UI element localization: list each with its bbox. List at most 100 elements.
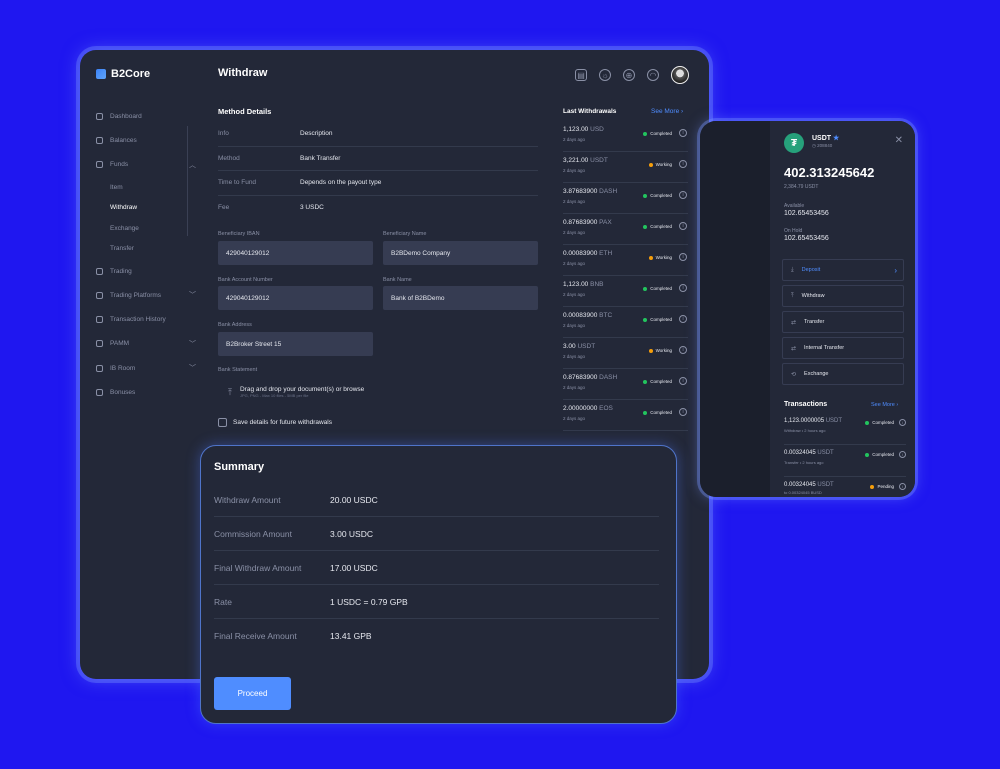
brand-logo[interactable]: B2Core [96, 68, 150, 80]
sidebar-sub-withdraw[interactable]: Withdraw [96, 197, 196, 218]
sidebar-sub-exchange[interactable]: Exchange [96, 218, 196, 239]
globe-icon[interactable]: ⊕ [623, 69, 635, 81]
info-icon[interactable]: i [899, 483, 906, 490]
status-text: Completed [872, 452, 894, 457]
amount-value: 1,123.00 [563, 281, 589, 288]
info-icon[interactable]: i [679, 377, 687, 385]
transaction-meta: Transfer • 2 hours ago [784, 460, 824, 465]
chevron-down-icon: ﹀ [189, 340, 196, 348]
status-dot [865, 420, 870, 425]
summary-row: Commission Amount 3.00 USDC [214, 517, 659, 551]
transfer-button[interactable]: ⇄ Transfer [782, 311, 904, 333]
sidebar-item-transaction-history[interactable]: Transaction History [96, 307, 196, 331]
method-value: Depends on the payout type [300, 179, 382, 187]
transaction-row[interactable]: 0.00324045 USDT Transfer • 2 hours ago Com… [784, 445, 906, 477]
status-dot [643, 286, 648, 291]
theme-sun-icon[interactable]: ☼ [599, 69, 611, 81]
page-title: Withdraw [218, 67, 268, 79]
sidebar-item-balances[interactable]: Balances [96, 128, 196, 152]
bank-address-field[interactable]: B2Broker Street 15 [218, 332, 373, 356]
proceed-button[interactable]: Proceed [214, 677, 291, 710]
info-icon[interactable]: i [679, 129, 687, 137]
internal-transfer-button[interactable]: ⇄ Internal Transfer [782, 337, 904, 359]
amount-value: 3,221.00 [563, 157, 589, 164]
coin-account-id: ◷ 208840 [812, 143, 833, 148]
transactions-see-more[interactable]: See More › [871, 402, 898, 408]
info-icon[interactable]: i [899, 451, 906, 458]
summary-key: Final Withdraw Amount [214, 562, 302, 573]
amount-value: 2.00000000 [563, 405, 598, 412]
document-icon[interactable]: ▤ [575, 69, 587, 81]
iban-field[interactable]: 429040129012 [218, 241, 373, 265]
transactions-title: Transactions [784, 401, 828, 408]
amount-value: 3.87683900 [563, 188, 598, 195]
amount-value: 0.00083900 [563, 250, 598, 257]
bell-icon[interactable]: ◠ [647, 69, 659, 81]
bank-name-field[interactable]: Bank of B2BDemo [383, 286, 538, 310]
info-icon[interactable]: i [679, 315, 687, 323]
sidebar-item-pamm[interactable]: PAMM ﹀ [96, 332, 196, 356]
withdrawal-row[interactable]: 3,221.00 USDT 2 days ago Working i [563, 152, 688, 183]
upload-dropzone[interactable]: ⤒ Drag and drop your document(s) or brow… [218, 380, 538, 404]
deposit-icon: ⤓ [791, 266, 794, 273]
status-badge: Completed [643, 193, 672, 198]
withdrawal-row[interactable]: 2.00000000 EOS 2 days ago Completed i [563, 400, 688, 431]
avatar[interactable] [671, 66, 689, 84]
sidebar-item-trading-platforms[interactable]: Trading Platforms ﹀ [96, 283, 196, 307]
info-icon[interactable]: i [679, 284, 687, 292]
info-icon[interactable]: i [679, 346, 687, 354]
transaction-amount: 1,123.0000005 USDT [784, 418, 842, 424]
status-dot [648, 348, 653, 353]
exchange-button[interactable]: ⟲ Exchange [782, 363, 904, 385]
save-details-checkbox[interactable] [218, 418, 227, 427]
summary-row: Final Receive Amount 13.41 GPB [214, 619, 659, 653]
withdrawal-row[interactable]: 1,123.00 USD 2 days ago Completed i [563, 121, 688, 152]
transaction-amount: 0.00324045 USDT [784, 450, 834, 456]
method-key: Method [218, 154, 240, 162]
star-icon[interactable]: ★ [833, 135, 839, 142]
sidebar-item-ib-room[interactable]: IB Room ﹀ [96, 356, 196, 380]
amount-currency: BTC [599, 312, 613, 319]
top-toolbar: ▤ ☼ ⊕ ◠ [575, 66, 689, 84]
sidebar-item-dashboard[interactable]: Dashboard [96, 104, 196, 128]
method-value: Description [300, 130, 333, 138]
info-icon[interactable]: i [679, 191, 687, 199]
status-dot [865, 452, 870, 457]
amount-value: 0.00083900 [563, 312, 598, 319]
withdrawal-row[interactable]: 0.87683900 DASH 2 days ago Completed i [563, 369, 688, 400]
withdrawal-row[interactable]: 1,123.00 BNB 2 days ago Completed i [563, 276, 688, 307]
transaction-row[interactable]: 0.00324045 USDTto 0.00324045 BUSDExchang… [784, 477, 906, 497]
info-icon[interactable]: i [679, 408, 687, 416]
withdrawal-row[interactable]: 0.00083900 ETH 2 days ago Working i [563, 245, 688, 276]
action-label: Internal Transfer [804, 345, 845, 351]
beneficiary-name-field[interactable]: B2BDemo Company [383, 241, 538, 265]
sidebar-item-bonuses[interactable]: Bonuses [96, 380, 196, 404]
sidebar-item-funds[interactable]: Funds ︿ [96, 153, 196, 177]
sidebar-item-label: Transaction History [110, 316, 166, 324]
info-icon[interactable]: i [899, 419, 906, 426]
deposit-button[interactable]: ⤓ Deposit › [782, 259, 904, 281]
withdrawal-row[interactable]: 0.87683900 PAX 2 days ago Completed i [563, 214, 688, 245]
sidebar-sub-transfer[interactable]: Transfer [96, 238, 196, 259]
status-badge: Completed [643, 286, 672, 291]
transaction-row[interactable]: 1,123.0000005 USDT Withdraw • 2 hours ago… [784, 413, 906, 445]
close-icon[interactable]: ✕ [895, 135, 903, 146]
withdrawal-row[interactable]: 3.00 USDT 2 days ago Working i [563, 338, 688, 369]
status-text: Completed [650, 193, 672, 198]
history-icon [96, 316, 103, 324]
withdraw-button[interactable]: ⤒ Withdraw [782, 285, 904, 307]
info-icon[interactable]: i [679, 253, 687, 261]
sidebar-sub-item[interactable]: Item [96, 177, 196, 198]
chevron-right-icon: › [894, 265, 897, 275]
sidebar-item-trading[interactable]: Trading [96, 259, 196, 283]
transaction-meta: Withdraw • 2 hours ago [784, 428, 826, 433]
info-icon[interactable]: i [679, 222, 687, 230]
save-details-row[interactable]: Save details for future withdrawals [218, 418, 332, 427]
info-icon[interactable]: i [679, 160, 687, 168]
withdrawal-row[interactable]: 0.00083900 BTC 2 days ago Completed i [563, 307, 688, 338]
last-withdrawals-see-more[interactable]: See More › [651, 108, 683, 115]
b2core-logo-icon [96, 69, 106, 79]
amount-value: 0.00324045 [784, 450, 816, 456]
account-number-field[interactable]: 429040129012 [218, 286, 373, 310]
withdrawal-row[interactable]: 3.87683900 DASH 2 days ago Completed i [563, 183, 688, 214]
